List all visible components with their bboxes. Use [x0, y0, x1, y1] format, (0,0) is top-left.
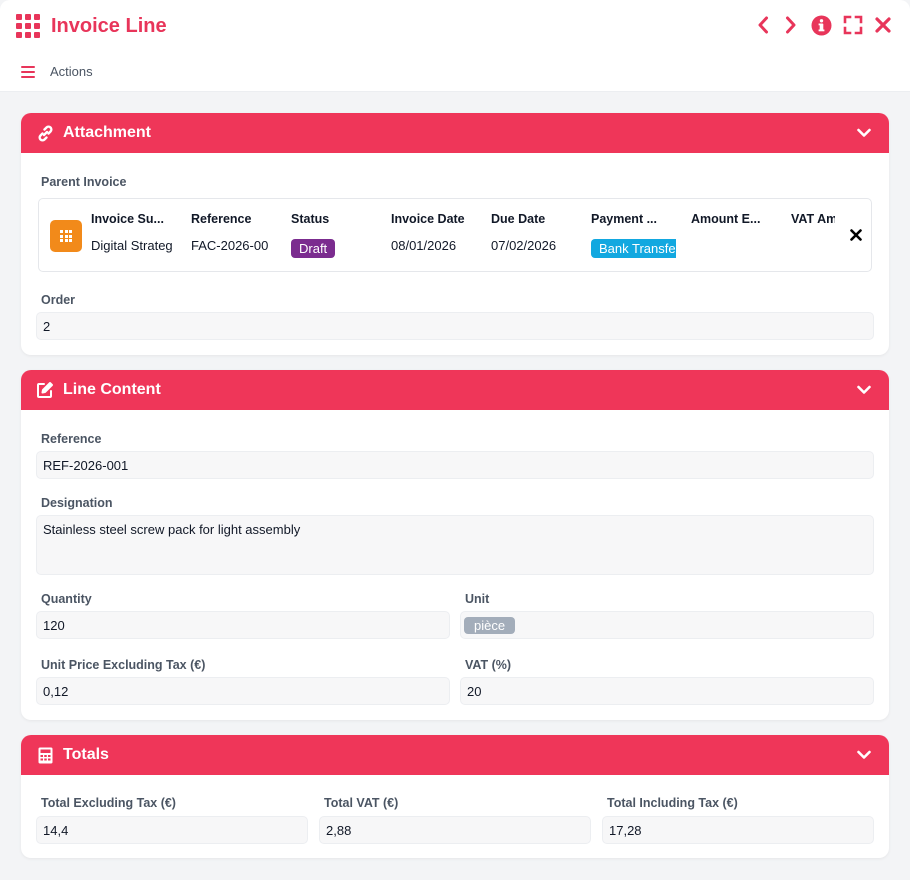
unit-price-label: Unit Price Excluding Tax (€): [41, 658, 206, 672]
invoice-subject-value: Digital Strateg: [91, 238, 173, 253]
line-content-panel-header[interactable]: Line Content: [21, 370, 889, 410]
due-date-value: 07/02/2026: [491, 238, 557, 253]
unit-field[interactable]: pièce: [460, 611, 874, 639]
column-header-reference: Reference: [191, 212, 252, 226]
edit-icon: [36, 381, 54, 399]
column-header-status: Status: [291, 212, 330, 226]
payment-badge: Bank Transfe: [591, 239, 676, 258]
chevron-down-icon[interactable]: [857, 383, 871, 398]
total-incl-label: Total Including Tax (€): [607, 796, 738, 810]
actions-menu[interactable]: Actions: [50, 64, 93, 79]
totals-panel-title: Totals: [63, 746, 109, 763]
order-field[interactable]: 2: [36, 312, 874, 340]
invoice-line-window: Invoice Line Actions Attachment Parent I…: [0, 0, 910, 880]
title-bar: Invoice Line: [0, 0, 910, 52]
status-badge: Draft: [291, 239, 336, 258]
unit-price-field[interactable]: 0,12: [36, 677, 450, 705]
column-header-amount: Amount E...: [691, 212, 761, 226]
total-vat-label: Total VAT (€): [324, 796, 399, 810]
column-header-invoice-date: Invoice Date: [391, 212, 465, 226]
vat-field[interactable]: 20: [460, 677, 874, 705]
total-vat-field[interactable]: 2,88: [319, 816, 591, 844]
invoice-date-value: 08/01/2026: [391, 238, 457, 253]
column-header-vat-amount: VAT Am: [791, 212, 835, 226]
attachment-panel: Attachment Parent Invoice Invoice Su... …: [21, 113, 889, 355]
previous-icon[interactable]: [754, 14, 772, 36]
invoice-grid-icon: [50, 220, 82, 252]
column-header-payment: Payment ...: [591, 212, 657, 226]
designation-label: Designation: [41, 496, 113, 510]
line-content-panel-title: Line Content: [63, 381, 161, 398]
quantity-field[interactable]: 120: [36, 611, 450, 639]
info-icon[interactable]: [810, 14, 832, 36]
invoice-reference-value: FAC-2026-00: [191, 238, 269, 253]
vat-label: VAT (%): [465, 658, 512, 672]
designation-field[interactable]: Stainless steel screw pack for light ass…: [36, 515, 874, 575]
column-header-subject: Invoice Su...: [91, 212, 164, 226]
toolbar: Actions: [0, 52, 910, 92]
calculator-icon: [36, 746, 54, 764]
menu-icon[interactable]: [21, 65, 35, 78]
unit-badge: pièce: [464, 616, 516, 634]
unit-label: Unit: [465, 592, 490, 606]
reference-field[interactable]: REF-2026-001: [36, 451, 874, 479]
invoice-status-cell: Draft: [291, 239, 377, 258]
window-title: Invoice Line: [51, 14, 167, 37]
chevron-down-icon[interactable]: [857, 126, 871, 141]
order-label: Order: [41, 293, 76, 307]
quantity-label: Quantity: [41, 592, 92, 606]
totals-panel: Totals Total Excluding Tax (€) 14,4 Tota…: [21, 735, 889, 858]
parent-invoice-label: Parent Invoice: [41, 175, 127, 189]
window-controls: [754, 14, 892, 36]
total-excl-label: Total Excluding Tax (€): [41, 796, 176, 810]
reference-label: Reference: [41, 432, 102, 446]
next-icon[interactable]: [782, 14, 800, 36]
apps-grid-icon[interactable]: [16, 14, 40, 38]
line-content-panel: Line Content Reference REF-2026-001 Desi…: [21, 370, 889, 720]
attachment-panel-title: Attachment: [63, 124, 152, 141]
link-icon: [36, 124, 54, 142]
totals-panel-header[interactable]: Totals: [21, 735, 889, 775]
column-header-due-date: Due Date: [491, 212, 546, 226]
fullscreen-icon[interactable]: [842, 14, 864, 36]
payment-method-cell: Bank Transfe: [591, 239, 677, 261]
attachment-panel-header[interactable]: Attachment: [21, 113, 889, 153]
chevron-down-icon[interactable]: [857, 748, 871, 763]
remove-icon[interactable]: [850, 229, 862, 244]
total-excl-field[interactable]: 14,4: [36, 816, 308, 844]
close-icon[interactable]: [874, 14, 892, 36]
parent-invoice-card[interactable]: Invoice Su... Reference Status Invoice D…: [38, 198, 872, 272]
total-incl-field[interactable]: 17,28: [602, 816, 874, 844]
